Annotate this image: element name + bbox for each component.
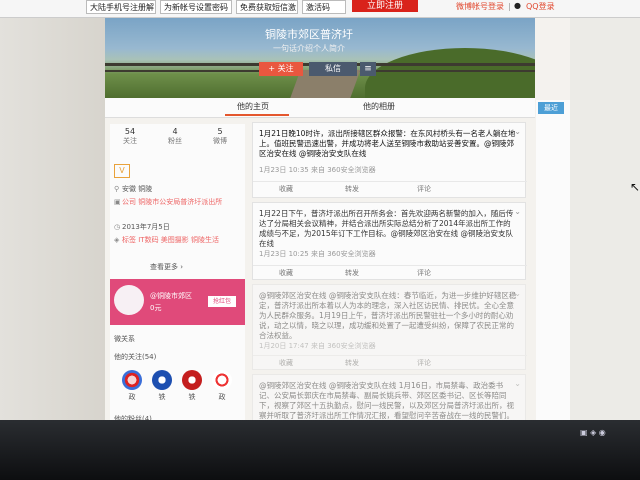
post-actions: 收藏 转发 评论 bbox=[253, 265, 527, 279]
company-text: 公司 铜陵市公安局普济圩派出所 bbox=[122, 198, 223, 206]
comment-button[interactable]: 评论 bbox=[417, 268, 431, 278]
avatar[interactable] bbox=[122, 370, 142, 390]
tags-row[interactable]: ◈ 标签 IT数码 美图摄影 铜陵生活 bbox=[114, 236, 239, 245]
post-text: @铜陵郊区治安在线 @铜陵治安支队在线 1月16日，市局禁毒、政治委书记、公安局… bbox=[259, 381, 514, 420]
monitor-bezel bbox=[0, 420, 640, 480]
company-row[interactable]: ▣公司 铜陵市公安局普济圩派出所 bbox=[114, 198, 239, 207]
stat-weibo-label: 微博 bbox=[213, 137, 227, 145]
page-right-margin bbox=[570, 18, 640, 420]
post-text: 1月22日下午，普济圩派出所召开所务会：首先欢迎两名新警的加入，随后传达了分局相… bbox=[259, 209, 514, 248]
relations-title: 微关系 bbox=[114, 335, 135, 343]
favorite-button[interactable]: 收藏 bbox=[279, 184, 293, 194]
recent-filter-button[interactable]: 最近 bbox=[538, 102, 564, 114]
top-toolbar: 大陆手机号注册解 为新帐号设置密码 免费获取短信激 激活码 立即注册 微博帐号登… bbox=[0, 0, 640, 18]
tab-active-indicator bbox=[225, 114, 289, 116]
private-message-button[interactable]: 私信 bbox=[309, 62, 357, 76]
toolbar-button-get-sms[interactable]: 免费获取短信激 bbox=[236, 0, 298, 14]
weibo-feed: ⌄ 1月21日晚10时许，派出所接辖区群众报警：在东风村桥头有一名老人躺在地上。… bbox=[252, 122, 527, 432]
show-more-link[interactable]: 查看更多 › bbox=[150, 262, 183, 272]
mouse-cursor-icon: ↖ bbox=[630, 180, 640, 194]
promo-title: @铜陵市郊区 bbox=[150, 292, 192, 300]
verified-badge-icon: V bbox=[114, 164, 130, 178]
clock-icon: ◷ bbox=[114, 223, 121, 231]
stat-fans-label: 粉丝 bbox=[168, 137, 182, 145]
avatar-name: 政 bbox=[218, 393, 226, 401]
stat-fans-count: 4 bbox=[172, 127, 178, 136]
stat-following-label: 关注 bbox=[123, 137, 137, 145]
promo-avatar bbox=[114, 285, 144, 315]
taskbar-tray-icons: ▣ ◈ ◉ bbox=[580, 428, 606, 437]
profile-name: 铜陵市郊区普济圩 bbox=[265, 28, 353, 41]
weibo-login-link[interactable]: 微博帐号登录 bbox=[456, 1, 504, 13]
post-meta: 1月23日 10:25 来自 360安全浏览器 bbox=[259, 250, 376, 258]
toolbar-activation-code-field[interactable]: 激活码 bbox=[302, 0, 346, 14]
comment-button[interactable]: 评论 bbox=[417, 358, 431, 368]
briefcase-icon: ▣ bbox=[114, 198, 121, 206]
stat-weibo-count: 5 bbox=[217, 127, 223, 136]
timeline-nav bbox=[536, 100, 570, 420]
profile-sidebar: 54 关注 4 粉丝 5 微博 V ⚲ 安徽 铜陵 ▣公司 铜陵市公安局普济圩派出… bbox=[110, 124, 245, 424]
tab-album[interactable]: 他的相册 bbox=[363, 101, 395, 112]
weibo-post: ⌄ 1月21日晚10时许，派出所接辖区群众报警：在东风村桥头有一名老人躺在地上。… bbox=[252, 122, 527, 198]
stat-weibo[interactable]: 5 微博 bbox=[200, 127, 240, 146]
toolbar-button-set-password[interactable]: 为新帐号设置密码 bbox=[160, 0, 232, 14]
red-packet-promo[interactable]: @铜陵市郊区 0元 抢红包 bbox=[110, 279, 245, 325]
promo-amount: 0元 bbox=[150, 304, 162, 312]
profile-tabs: 他的主页 他的相册 bbox=[105, 98, 535, 118]
avatar-name: 铁 bbox=[158, 393, 166, 401]
location-row: ⚲ 安徽 铜陵 bbox=[114, 184, 152, 194]
post-text: 1月21日晚10时许，派出所接辖区群众报警：在东风村桥头有一名老人躺在地上。值班… bbox=[259, 129, 516, 158]
favorite-button[interactable]: 收藏 bbox=[279, 358, 293, 368]
post-meta: 1月20日 17:47 来自 360安全浏览器 bbox=[259, 342, 376, 350]
joined-text: 2013年7月5日 bbox=[122, 223, 170, 231]
favorite-button[interactable]: 收藏 bbox=[279, 268, 293, 278]
weibo-post: ⌄ 1月22日下午，普济圩派出所召开所务会：首先欢迎两名新警的加入，随后传达了分… bbox=[252, 202, 527, 280]
tab-home[interactable]: 他的主页 bbox=[237, 101, 269, 112]
page-left-margin bbox=[0, 18, 105, 420]
qq-login-link[interactable]: QQ登录 bbox=[526, 1, 555, 13]
avatar-name: 政 bbox=[128, 393, 136, 401]
follow-button[interactable]: + 关注 bbox=[259, 62, 303, 76]
post-actions: 收藏 转发 评论 bbox=[253, 355, 527, 369]
tags-text: 标签 IT数码 美图摄影 铜陵生活 bbox=[122, 236, 220, 244]
repost-button[interactable]: 转发 bbox=[345, 184, 359, 194]
comment-button[interactable]: 评论 bbox=[417, 184, 431, 194]
following-list-link[interactable]: 他的关注(54) bbox=[114, 352, 156, 362]
stat-following-count: 54 bbox=[124, 127, 136, 136]
location-text: 安徽 铜陵 bbox=[122, 185, 153, 193]
profile-intro: 一句话介绍个人简介 bbox=[273, 44, 345, 53]
toolbar-button-register-phone[interactable]: 大陆手机号注册解 bbox=[86, 0, 156, 14]
more-menu-icon[interactable]: ≡ bbox=[360, 62, 376, 76]
repost-button[interactable]: 转发 bbox=[345, 358, 359, 368]
tag-icon: ◈ bbox=[114, 236, 120, 244]
avatar[interactable] bbox=[212, 370, 232, 390]
post-actions: 收藏 转发 评论 bbox=[253, 181, 527, 195]
banner-hill bbox=[365, 48, 535, 98]
repost-button[interactable]: 转发 bbox=[345, 268, 359, 278]
weibo-post: ⌄ @铜陵郊区治安在线 @铜陵治安支队在线：春节临近，为进一步维护好辖区稳定，普… bbox=[252, 284, 527, 370]
joined-row: ◷ 2013年7月5日 bbox=[114, 222, 170, 232]
post-text: @铜陵郊区治安在线 @铜陵治安支队在线：春节临近，为进一步维护好辖区稳定，普济圩… bbox=[259, 291, 517, 340]
avatar[interactable] bbox=[182, 370, 202, 390]
location-pin-icon: ⚲ bbox=[114, 185, 120, 193]
divider: | bbox=[508, 2, 511, 11]
grab-red-packet-button[interactable]: 抢红包 bbox=[208, 296, 236, 307]
avatar[interactable] bbox=[152, 370, 172, 390]
stat-following[interactable]: 54 关注 bbox=[110, 127, 150, 146]
qq-penguin-icon: ● bbox=[514, 1, 521, 10]
register-now-button[interactable]: 立即注册 bbox=[352, 0, 418, 12]
stat-fans[interactable]: 4 粉丝 bbox=[155, 127, 195, 146]
avatar-name: 铁 bbox=[188, 393, 196, 401]
post-meta: 1月23日 10:35 来自 360安全浏览器 bbox=[259, 166, 376, 174]
profile-banner: 铜陵市郊区普济圩 一句话介绍个人简介 + 关注 私信 ≡ bbox=[105, 18, 535, 98]
